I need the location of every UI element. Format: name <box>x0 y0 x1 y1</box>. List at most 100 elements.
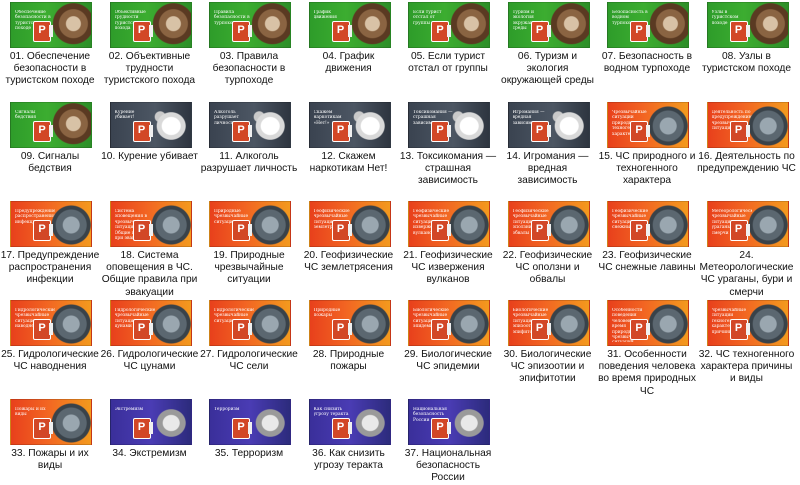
file-name-label[interactable]: 07. Безопасность в водном турпоходе <box>597 51 697 75</box>
file-name-label[interactable]: 20. Геофизические ЧС землетрясения <box>299 250 399 274</box>
slide-thumbnail[interactable]: Природные чрезвычайные ситуации <box>209 201 291 247</box>
slide-thumbnail[interactable]: Если турист отстал от группы <box>408 2 490 48</box>
slide-thumbnail[interactable]: Скажем наркотикам «Нет!» <box>308 102 391 148</box>
file-name-label[interactable]: 35. Терроризм <box>199 448 299 460</box>
file-name-label[interactable]: 13. Токсикомания — страшная зависимость <box>398 151 498 188</box>
file-name-label[interactable]: 24. Метеорологические ЧС ураганы, бури и… <box>697 250 797 299</box>
file-name-label[interactable]: 34. Экстремизм <box>100 448 200 460</box>
file-name-label[interactable]: 28. Природные пожары <box>299 349 399 373</box>
file-name-label[interactable]: 33. Пожары и их виды <box>0 448 100 472</box>
slide-thumbnail[interactable]: Геофизические чрезвычайные ситуации: опо… <box>507 201 590 247</box>
slide-thumbnail[interactable]: Геофизические чрезвычайные ситуации: изв… <box>408 201 490 247</box>
slide-thumbnail[interactable]: Особенности поведения человека во время … <box>607 300 689 346</box>
file-name-label[interactable]: 36. Как снизить угрозу теракта <box>299 448 399 472</box>
file-name-label[interactable]: 15. ЧС природного и техногенного характе… <box>597 151 697 188</box>
slide-thumbnail[interactable]: Чрезвычайные ситуации техногенного харак… <box>706 300 789 346</box>
slide-thumbnail[interactable]: Экстремизм <box>109 399 192 445</box>
powerpoint-file-icon <box>133 122 153 141</box>
file-name-label[interactable]: 02. Объективные трудности туристского по… <box>100 51 200 88</box>
powerpoint-file-icon <box>34 221 53 240</box>
file-name-label[interactable]: 10. Курение убивает <box>100 151 200 163</box>
slide-thumbnail[interactable]: Обеспечение безопасности в туристском по… <box>10 2 92 48</box>
powerpoint-file-icon <box>730 320 750 339</box>
file-name-label[interactable]: 11. Алкоголь разрушает личность <box>199 151 299 175</box>
slide-thumbnail[interactable]: Геофизические чрезвычайные ситуации: зем… <box>308 201 391 247</box>
slide-thumbnail[interactable]: Национальная безопасность России <box>408 399 490 445</box>
slide-thumbnail[interactable]: Гидрологические чрезвычайные ситуации: ц… <box>109 300 192 346</box>
slide-thumbnail[interactable]: Предупреждение распространения инфекции <box>10 201 92 247</box>
file-name-label[interactable]: 17. Предупреждение распространения инфек… <box>0 250 100 287</box>
slide-thumbnail[interactable]: График движения <box>308 2 391 48</box>
slide-thumbnail[interactable]: Пожары и их виды <box>10 399 92 445</box>
slide-thumbnail[interactable]: Чрезвычайные ситуации природного и техно… <box>607 102 689 148</box>
file-name-label[interactable]: 16. Деятельность по предупреждению ЧС <box>697 151 797 175</box>
file-name-label[interactable]: 22. Геофизические ЧС оползни и обвалы <box>498 250 598 287</box>
slide-thumbnail[interactable]: Гидрологические чрезвычайные ситуации: н… <box>10 300 92 346</box>
slide-thumbnail[interactable]: Деятельность по предупреждению чрезвычай… <box>706 102 789 148</box>
file-name-label[interactable]: 18. Система оповещения в ЧС. Общие прави… <box>100 250 200 299</box>
slide-thumbnail[interactable]: Токсикомания — страшная зависимость <box>408 102 490 148</box>
slide-thumbnail[interactable]: Природные пожары <box>308 300 391 346</box>
thumbnail-image <box>644 301 688 345</box>
slide-thumbnail[interactable]: Объективные трудности туристского похода <box>109 2 192 48</box>
file-name-label[interactable]: 25. Гидрологические ЧС наводнения <box>0 349 100 373</box>
slide-thumbnail[interactable]: Как снизить угрозу теракта <box>308 399 391 445</box>
powerpoint-file-icon <box>34 22 53 41</box>
file-name-label[interactable]: 12. Скажем наркотикам Нет! <box>299 151 399 175</box>
thumbnail-image <box>47 202 91 246</box>
thumbnail-image <box>146 202 191 246</box>
slide-thumbnail[interactable]: Сигналы бедствия <box>10 102 92 148</box>
file-name-label[interactable]: 09. Сигналы бедствия <box>0 151 100 175</box>
powerpoint-file-icon <box>332 320 352 339</box>
slide-thumbnail[interactable]: Туризм и экология окружающей среды <box>507 2 590 48</box>
file-name-label[interactable]: 14. Игромания — вредная зависимость <box>498 151 598 188</box>
slide-thumbnail[interactable]: Система оповещения в чрезвычайных ситуац… <box>109 201 192 247</box>
file-name-label[interactable]: 08. Узлы в туристском походе <box>697 51 797 75</box>
powerpoint-file-icon <box>233 419 252 438</box>
powerpoint-file-icon <box>34 419 53 438</box>
slide-thumbnail[interactable]: Гидрологические чрезвычайные ситуации: с… <box>209 300 291 346</box>
slide-thumbnail[interactable]: Биологические чрезвычайные ситуации: эпи… <box>507 300 590 346</box>
powerpoint-file-icon <box>631 22 650 41</box>
slide-thumbnail[interactable]: Геофизические чрезвычайные ситуации: сне… <box>607 201 689 247</box>
file-name-label[interactable]: 19. Природные чрезвычайные ситуации <box>199 250 299 287</box>
file-name-label[interactable]: 04. График движения <box>299 51 399 75</box>
powerpoint-file-icon <box>233 221 252 240</box>
slide-thumbnail[interactable]: Алкоголь разрушает личность <box>209 102 291 148</box>
powerpoint-file-icon <box>133 419 153 438</box>
file-name-label[interactable]: 26. Гидрологические ЧС цунами <box>100 349 200 373</box>
thumbnail-image <box>544 202 589 246</box>
thumbnail-image <box>445 3 489 47</box>
file-name-label[interactable]: 06. Туризм и экология окружающей среды <box>498 51 598 88</box>
slide-thumbnail[interactable]: Биологические чрезвычайные ситуации: эпи… <box>408 300 490 346</box>
file-name-label[interactable]: 03. Правила безопасности в турпоходе <box>199 51 299 88</box>
file-name-label[interactable]: 23. Геофизические ЧС снежные лавины <box>597 250 697 274</box>
thumbnail-image <box>743 3 788 47</box>
file-name-label[interactable]: 21. Геофизические ЧС извержения вулканов <box>398 250 498 287</box>
file-name-label[interactable]: 29. Биологические ЧС эпидемии <box>398 349 498 373</box>
slide-thumbnail[interactable]: Правила безопасности в турпоходе <box>209 2 291 48</box>
slide-thumbnail[interactable]: Безопасность в водном турпоходе <box>607 2 689 48</box>
file-name-label[interactable]: 27. Гидрологические ЧС сели <box>199 349 299 373</box>
thumbnail-image <box>544 3 589 47</box>
thumbnail-image <box>47 301 91 345</box>
powerpoint-file-icon <box>531 320 551 339</box>
file-name-label[interactable]: 05. Если турист отстал от группы <box>398 51 498 75</box>
file-name-label[interactable]: 01. Обеспечение безопасности в туристско… <box>0 51 100 88</box>
slide-thumbnail[interactable]: Терроризм <box>209 399 291 445</box>
file-name-label[interactable]: 31. Особенности поведения человека во вр… <box>597 349 697 398</box>
slide-thumbnail[interactable]: Метеорологические чрезвычайные ситуации:… <box>706 201 789 247</box>
powerpoint-file-icon <box>631 320 650 339</box>
file-name-label[interactable]: 37. Национальная безопасность России <box>398 448 498 485</box>
powerpoint-file-icon <box>233 122 252 141</box>
powerpoint-file-icon <box>531 22 551 41</box>
file-name-label[interactable]: 30. Биологические ЧС эпизоотии и эпифито… <box>498 349 598 386</box>
powerpoint-file-icon <box>730 221 750 240</box>
slide-thumbnail[interactable]: Игромания — вредная зависимость <box>507 102 590 148</box>
slide-thumbnail[interactable]: Узлы в туристском походе <box>706 2 789 48</box>
slide-thumbnail[interactable]: Курение убивает! <box>109 102 192 148</box>
powerpoint-file-icon <box>531 122 551 141</box>
file-name-label[interactable]: 32. ЧС техногенного характера причины и … <box>697 349 797 386</box>
powerpoint-file-icon <box>332 22 352 41</box>
powerpoint-file-icon <box>34 122 53 141</box>
